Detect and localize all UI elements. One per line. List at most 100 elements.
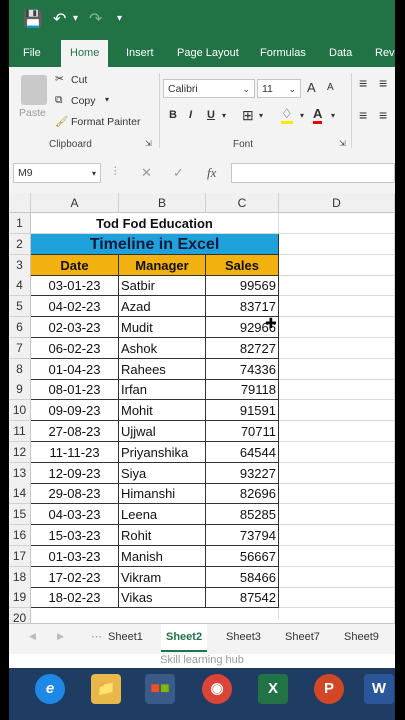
row-header[interactable]: 16 (9, 525, 31, 546)
manager-cell[interactable]: Ujjwal (119, 421, 206, 442)
store-icon[interactable]: ■■ (145, 674, 175, 704)
align-left-icon[interactable]: ≡ (359, 107, 367, 123)
cell[interactable] (279, 400, 395, 422)
select-all-corner[interactable] (9, 193, 31, 213)
italic-button[interactable]: I (189, 109, 192, 121)
manager-cell[interactable]: Mohit (119, 400, 206, 422)
align-top-icon[interactable]: ≡ (359, 75, 367, 91)
borders-icon[interactable]: ⊞ (242, 107, 254, 124)
date-cell[interactable]: 27-08-23 (31, 421, 119, 442)
sheet-tab-sheet1[interactable]: Sheet1 (108, 624, 143, 650)
formula-input[interactable] (231, 163, 395, 183)
cell[interactable] (279, 545, 395, 567)
cell[interactable] (279, 483, 395, 505)
row-header[interactable]: 12 (9, 441, 31, 463)
cell[interactable] (279, 587, 395, 609)
manager-cell[interactable]: Rahees (119, 358, 206, 380)
undo-dropdown-icon[interactable]: ▾ (73, 13, 78, 24)
date-cell[interactable]: 03-01-23 (31, 275, 119, 297)
bold-button[interactable]: B (169, 109, 177, 121)
manager-cell[interactable]: Siya (119, 462, 206, 484)
date-cell[interactable]: 01-03-23 (31, 545, 119, 567)
sales-cell[interactable]: 82696 (206, 483, 279, 505)
sheet-tab-sheet9[interactable]: Sheet9 (344, 624, 379, 650)
cell[interactable] (279, 254, 395, 276)
undo-icon[interactable]: ↶ (53, 9, 66, 29)
sales-cell[interactable]: 79118 (206, 379, 279, 401)
sales-cell[interactable]: 91591 (206, 400, 279, 422)
scissors-icon[interactable]: ✂ (55, 73, 64, 85)
scroll-right-icon[interactable]: ▶ (57, 631, 64, 642)
row-header[interactable]: 4 (9, 275, 31, 297)
row-header[interactable]: 17 (9, 545, 31, 567)
column-header[interactable]: D (279, 193, 395, 213)
cell[interactable] (279, 296, 395, 318)
date-cell[interactable]: 04-03-23 (31, 504, 119, 526)
row-header[interactable]: 15 (9, 504, 31, 526)
row-header[interactable]: 9 (9, 379, 31, 401)
date-cell[interactable]: 02-03-23 (31, 317, 119, 338)
chevron-down-icon[interactable]: ▾ (300, 111, 304, 120)
manager-cell[interactable]: Rohit (119, 525, 206, 546)
cell[interactable] (279, 525, 395, 546)
tab-insert[interactable]: Insert (126, 40, 154, 67)
date-cell[interactable]: 01-04-23 (31, 358, 119, 380)
sales-cell[interactable]: 73794 (206, 525, 279, 546)
sales-cell[interactable]: 82727 (206, 337, 279, 359)
row-header[interactable]: 3 (9, 254, 31, 276)
date-cell[interactable]: 09-09-23 (31, 400, 119, 422)
redo-icon[interactable]: ↷ (89, 9, 102, 29)
font-launcher-icon[interactable]: ⇲ (339, 139, 346, 148)
chevron-down-icon[interactable]: ⌄ (242, 80, 250, 99)
date-cell[interactable]: 12-09-23 (31, 462, 119, 484)
header-cell[interactable]: Date (31, 254, 119, 276)
fill-color-icon[interactable]: ♢ (281, 107, 293, 124)
cell[interactable] (279, 504, 395, 526)
date-cell[interactable]: 04-02-23 (31, 296, 119, 318)
underline-button[interactable]: U (207, 109, 215, 121)
internet-explorer-icon[interactable]: e (35, 674, 65, 704)
cancel-icon[interactable]: ✕ (141, 165, 152, 181)
row-header[interactable]: 8 (9, 358, 31, 380)
header-cell[interactable]: Sales (206, 254, 279, 276)
cell[interactable] (279, 566, 395, 588)
chevron-down-icon[interactable]: ▾ (331, 111, 335, 120)
spreadsheet-grid[interactable]: ABCD 1 2 3 4 5 6 7 8 9 10 11 12 13 14 15 16 17 18 19 20 Tod… (9, 193, 395, 630)
date-cell[interactable]: 08-01-23 (31, 379, 119, 401)
chevron-down-icon[interactable]: ▾ (259, 111, 263, 120)
cell[interactable] (279, 275, 395, 297)
tab-page-layout[interactable]: Page Layout (177, 40, 239, 67)
format-painter-button[interactable]: Format Painter (71, 116, 140, 128)
enter-icon[interactable]: ✓ (173, 165, 184, 181)
tab-file[interactable]: File (23, 40, 41, 67)
sales-cell[interactable]: 87542 (206, 587, 279, 609)
copy-button[interactable]: Copy (71, 95, 96, 107)
row-header[interactable]: 1 (9, 213, 31, 234)
manager-cell[interactable]: Ashok (119, 337, 206, 359)
sales-cell[interactable]: 70711 (206, 421, 279, 442)
banner-cell[interactable]: Timeline in Excel (31, 233, 279, 255)
sheet-tab-sheet3[interactable]: Sheet3 (226, 624, 261, 650)
tab-data[interactable]: Data (329, 40, 352, 67)
column-header[interactable]: C (206, 193, 279, 213)
manager-cell[interactable]: Azad (119, 296, 206, 318)
scroll-left-icon[interactable]: ◀ (29, 631, 36, 642)
manager-cell[interactable]: Priyanshika (119, 441, 206, 463)
paste-button[interactable]: Paste (19, 107, 46, 119)
cell[interactable] (279, 441, 395, 463)
powerpoint-icon[interactable]: P (314, 674, 344, 704)
manager-cell[interactable]: Irfan (119, 379, 206, 401)
font-name-box[interactable]: Calibri ⌄ (163, 79, 255, 98)
cell[interactable] (279, 233, 395, 255)
sales-cell[interactable]: 74336 (206, 358, 279, 380)
row-header[interactable]: 19 (9, 587, 31, 609)
sheet-title-cell[interactable]: Tod Fod Education (31, 213, 279, 234)
cell[interactable] (279, 213, 395, 234)
cut-button[interactable]: Cut (71, 74, 87, 86)
name-box[interactable]: M9 ▾ (13, 163, 101, 183)
row-header[interactable]: 10 (9, 400, 31, 422)
partial-row-cell[interactable] (31, 608, 279, 619)
date-cell[interactable]: 17-02-23 (31, 566, 119, 588)
cell[interactable] (279, 317, 395, 338)
manager-cell[interactable]: Mudit (119, 317, 206, 338)
